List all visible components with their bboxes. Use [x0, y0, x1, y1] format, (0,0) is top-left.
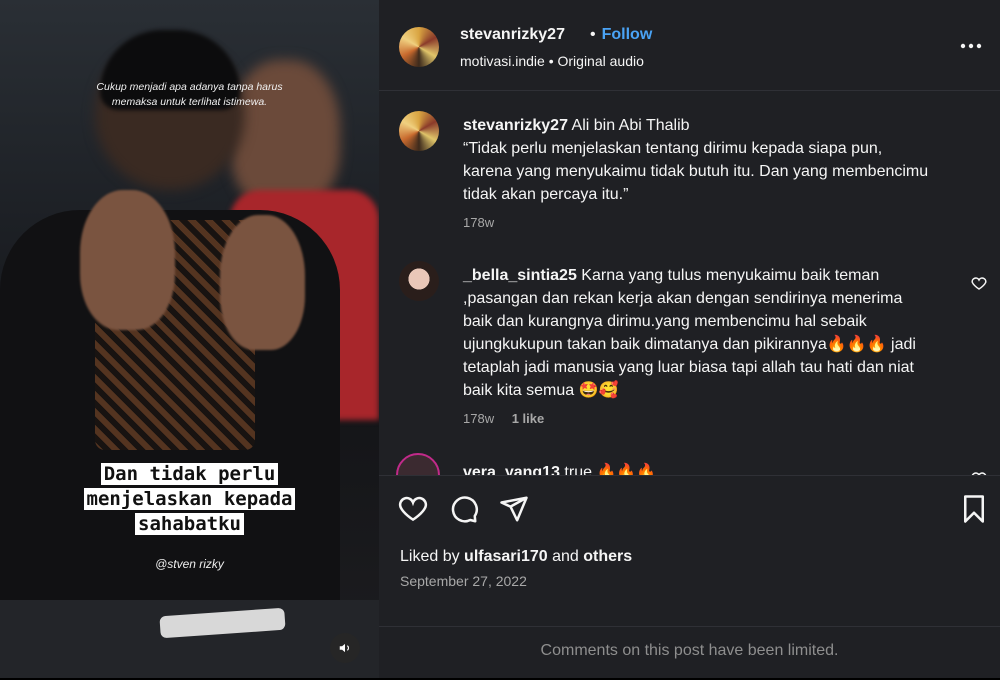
heart-icon[interactable]: [970, 274, 988, 292]
comment-username[interactable]: vera_yang13: [463, 464, 560, 475]
comments-limited-text: Comments on this post have been limited.: [540, 642, 839, 659]
comment-body: true 🔥🔥🔥: [564, 464, 657, 475]
liked-by-user-link[interactable]: ulfasari170: [464, 548, 548, 565]
caption-top-line: memaksa untuk terlihat istimewa.: [111, 96, 268, 108]
floor: [0, 600, 379, 678]
caption-top-line: Cukup menjadi apa adanya tanpa harus: [96, 81, 283, 93]
follow-label: Follow: [601, 26, 653, 43]
author-avatar[interactable]: [399, 27, 439, 67]
comment-time[interactable]: 178w: [463, 411, 494, 426]
comment-text: vera_yang13 true 🔥🔥🔥: [463, 461, 933, 475]
praying-hand-left: [80, 190, 175, 330]
comment-username[interactable]: _bella_sintia25: [463, 267, 577, 284]
comment-meta: 178w: [463, 215, 508, 230]
caption-text: stevanrizky27 Ali bin Abi Thalib “Tidak …: [463, 114, 933, 206]
liked-by-text: Liked by ulfasari170 and others: [400, 548, 632, 566]
liked-by-prefix: Liked by: [400, 548, 460, 565]
post-header: stevanrizky27 • Follow motivasi.indie • O…: [379, 0, 1000, 91]
comment-icon[interactable]: [449, 494, 479, 524]
heart-icon[interactable]: [398, 494, 428, 524]
post-media[interactable]: Cukup menjadi apa adanya tanpa harus mem…: [0, 0, 379, 678]
more-horizontal-icon: [960, 43, 982, 49]
follow-button[interactable]: • Follow: [590, 26, 652, 44]
comment-meta: 178w 1 like: [463, 411, 558, 426]
video-caption-top: Cukup menjadi apa adanya tanpa harus mem…: [0, 80, 379, 110]
commenter-avatar[interactable]: [396, 453, 440, 475]
comment-username[interactable]: stevanrizky27: [463, 117, 568, 134]
comment-body: Karna yang tulus menyukaimu baik teman ,…: [463, 267, 916, 399]
caption-main-line: sahabatku: [135, 513, 244, 535]
liked-by-connector: and: [552, 548, 579, 565]
mute-toggle-button[interactable]: [330, 633, 360, 663]
audio-info[interactable]: motivasi.indie • Original audio: [460, 53, 644, 69]
post-actions: Liked by ulfasari170 and others Septembe…: [379, 475, 1000, 679]
speaker-icon: [339, 643, 350, 653]
separator-dot: •: [590, 26, 596, 43]
author-username[interactable]: stevanrizky27: [460, 26, 565, 44]
comments-list[interactable]: stevanrizky27 Ali bin Abi Thalib “Tidak …: [379, 91, 1000, 475]
video-handle-text: @stven rizky: [155, 557, 224, 571]
comment-time[interactable]: 178w: [463, 215, 494, 230]
send-icon[interactable]: [499, 494, 529, 524]
more-options-button[interactable]: [959, 34, 983, 58]
comments-limited-section: Comments on this post have been limited.: [379, 626, 1000, 680]
author-avatar[interactable]: [399, 111, 439, 151]
caption-main-line: menjelaskan kepada: [83, 488, 296, 510]
commenter-avatar[interactable]: [399, 261, 439, 301]
liked-by-others-link[interactable]: others: [583, 548, 632, 565]
caption-main-line: Dan tidak perlu: [100, 463, 279, 485]
post-details-panel: stevanrizky27 • Follow motivasi.indie • O…: [379, 0, 1000, 678]
bookmark-icon[interactable]: [959, 494, 989, 524]
video-caption-main: Dan tidak perlu menjelaskan kepada sahab…: [0, 462, 379, 537]
praying-hand-right: [220, 215, 305, 350]
comment-likes-count[interactable]: 1 like: [512, 411, 545, 426]
post-date[interactable]: September 27, 2022: [400, 573, 527, 589]
comment-text: _bella_sintia25 Karna yang tulus menyuka…: [463, 264, 933, 402]
